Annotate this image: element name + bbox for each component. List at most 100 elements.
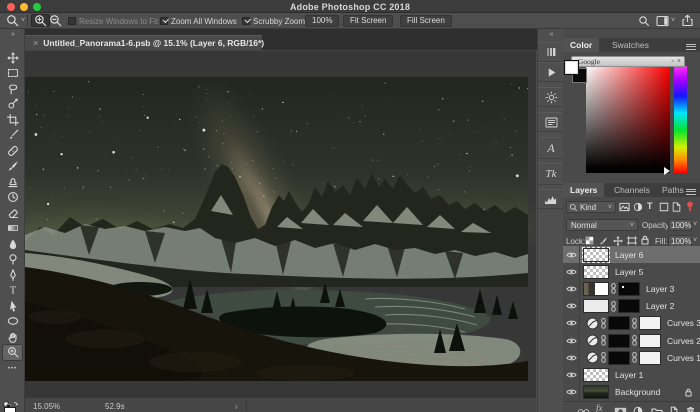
- tab-channels[interactable]: Channels: [607, 183, 657, 197]
- tab-swatches[interactable]: Swatches: [605, 38, 656, 52]
- spot-healing-brush-tool[interactable]: [3, 143, 22, 158]
- layer-row-curves1[interactable]: Curves 1: [563, 349, 700, 366]
- rectangular-marquee-tool[interactable]: [3, 66, 22, 81]
- layer-row-curves2[interactable]: Curves 2: [563, 332, 700, 349]
- zoom-tool[interactable]: [3, 345, 22, 360]
- move-tool[interactable]: [3, 50, 22, 65]
- zoom-out-button[interactable]: [49, 14, 62, 27]
- layer-name[interactable]: Layer 3: [646, 284, 674, 294]
- filter-type-layers-icon[interactable]: T: [647, 201, 653, 211]
- layer-thumbnail-image[interactable]: [583, 282, 609, 296]
- link-mask-icon[interactable]: [611, 283, 616, 294]
- share-icon[interactable]: [682, 14, 693, 27]
- link-mask-icon[interactable]: [632, 318, 637, 329]
- layer-row-curves3[interactable]: Curves 3: [563, 315, 700, 332]
- layer-mask-thumbnail[interactable]: [618, 282, 640, 296]
- filter-adjustment-layers-icon[interactable]: [633, 202, 643, 212]
- layer-row-layer6[interactable]: Layer 6: [563, 246, 700, 263]
- pen-tool[interactable]: [3, 267, 22, 282]
- visibility-eye-icon[interactable]: [563, 366, 580, 383]
- status-options-chevron[interactable]: ›: [235, 402, 238, 411]
- lock-transparency-icon[interactable]: [585, 236, 594, 245]
- lasso-tool[interactable]: [3, 81, 22, 96]
- scrubby-zoom-checkbox[interactable]: Scrubby Zoom: [242, 17, 305, 26]
- layer-filter-kind-dropdown[interactable]: Kind ˅: [566, 201, 616, 213]
- filter-shape-layers-icon[interactable]: [659, 202, 669, 212]
- resize-windows-checkbox[interactable]: Resize Windows to Fit: [68, 17, 158, 26]
- visibility-eye-icon[interactable]: [563, 332, 580, 349]
- color-saturation-field[interactable]: [586, 66, 670, 173]
- collapse-toolbar-icon[interactable]: »: [0, 31, 25, 38]
- panel-menu-icon[interactable]: [686, 42, 696, 49]
- history-brush-tool[interactable]: [3, 190, 22, 205]
- type-tool[interactable]: T: [3, 283, 22, 298]
- layer-thumbnail-transparent[interactable]: [583, 248, 609, 262]
- foreground-color-swatch[interactable]: [4, 407, 16, 412]
- tab-layers[interactable]: Layers: [563, 183, 604, 197]
- maximize-icon[interactable]: ▫: [671, 57, 673, 66]
- document-image[interactable]: [25, 77, 528, 381]
- link-mask-icon[interactable]: [611, 301, 616, 312]
- fill-chevron-icon[interactable]: ˅: [693, 237, 697, 244]
- visibility-eye-icon[interactable]: [563, 263, 580, 280]
- layer-row-layer3[interactable]: Layer 3: [563, 280, 700, 297]
- crop-tool[interactable]: [3, 112, 22, 127]
- layer-mask-thumbnail[interactable]: [608, 334, 630, 348]
- hue-slider[interactable]: [674, 66, 687, 173]
- gradient-tool[interactable]: [3, 221, 22, 236]
- layer-row-layer1[interactable]: Layer 1: [563, 366, 700, 383]
- tab-color[interactable]: Color: [563, 38, 599, 52]
- quick-selection-tool[interactable]: [3, 97, 22, 112]
- close-tab-icon[interactable]: ×: [33, 38, 38, 48]
- blur-tool[interactable]: [3, 236, 22, 251]
- layer-thumbnail-photo[interactable]: [583, 385, 609, 399]
- workspace-switcher-icon[interactable]: ˅: [656, 14, 675, 27]
- link-mask-icon[interactable]: [601, 352, 606, 363]
- filter-pixel-layers-icon[interactable]: [619, 202, 630, 212]
- add-layer-mask-icon[interactable]: [614, 403, 627, 412]
- visibility-eye-icon[interactable]: [563, 280, 580, 297]
- curves-adjustment-icon[interactable]: [586, 334, 599, 347]
- brush-settings-panel-icon[interactable]: [538, 42, 564, 62]
- actions-panel-icon[interactable]: [538, 62, 564, 82]
- layer-row-layer5[interactable]: Layer 5: [563, 263, 700, 280]
- layer-name[interactable]: Layer 6: [615, 250, 643, 260]
- fit-screen-button[interactable]: Fit Screen: [343, 15, 393, 27]
- layer-mask-thumbnail[interactable]: [608, 316, 630, 330]
- curves-adjustment-icon[interactable]: [586, 317, 599, 330]
- layer-name[interactable]: Layer 2: [646, 301, 674, 311]
- fill-screen-button[interactable]: Fill Screen: [400, 15, 452, 27]
- panel-foreground-swatch[interactable]: [564, 60, 579, 75]
- adjustments-panel-icon[interactable]: [538, 87, 564, 107]
- expand-dock-icon[interactable]: «: [538, 31, 564, 38]
- document-tab[interactable]: × Untitled_Panorama1-6.psb @ 15.1% (Laye…: [25, 35, 262, 50]
- close-icon[interactable]: ×: [677, 57, 681, 66]
- tk-actions-panel-icon[interactable]: Tk: [538, 163, 564, 185]
- lock-position-icon[interactable]: [613, 236, 623, 246]
- dodge-tool[interactable]: [3, 252, 22, 267]
- layer-filter-toggle-icon[interactable]: [686, 201, 694, 212]
- new-adjustment-layer-icon[interactable]: [633, 403, 643, 412]
- delete-layer-trash-icon[interactable]: [686, 403, 695, 412]
- lock-all-icon[interactable]: [641, 235, 649, 245]
- zoom-level-field[interactable]: 15.05%: [33, 402, 60, 411]
- opacity-chevron-icon[interactable]: ˅: [693, 221, 697, 228]
- new-layer-icon[interactable]: [669, 403, 679, 412]
- glyphs-panel-icon[interactable]: A: [538, 137, 564, 159]
- filter-smart-objects-icon[interactable]: [672, 202, 681, 212]
- ellipse-shape-tool[interactable]: [3, 314, 22, 329]
- blend-mode-dropdown[interactable]: Normal ˅: [566, 219, 638, 231]
- layer-mask-thumbnail[interactable]: [618, 299, 640, 313]
- floating-google-window[interactable]: Google ▫ ×: [571, 56, 685, 67]
- curves-adjustment-icon[interactable]: [586, 351, 599, 364]
- lock-artboard-icon[interactable]: [627, 236, 637, 245]
- link-mask-icon[interactable]: [632, 335, 637, 346]
- layer-row-background[interactable]: Background: [563, 384, 700, 401]
- canvas-pasteboard[interactable]: [25, 50, 536, 397]
- layer-name[interactable]: Curves 3: [667, 318, 700, 328]
- layer-name[interactable]: Background: [615, 387, 660, 397]
- clone-stamp-tool[interactable]: [3, 174, 22, 189]
- histogram-panel-icon[interactable]: [538, 189, 564, 209]
- layer-name[interactable]: Curves 1: [667, 353, 700, 363]
- vector-mask-thumbnail[interactable]: [639, 316, 661, 330]
